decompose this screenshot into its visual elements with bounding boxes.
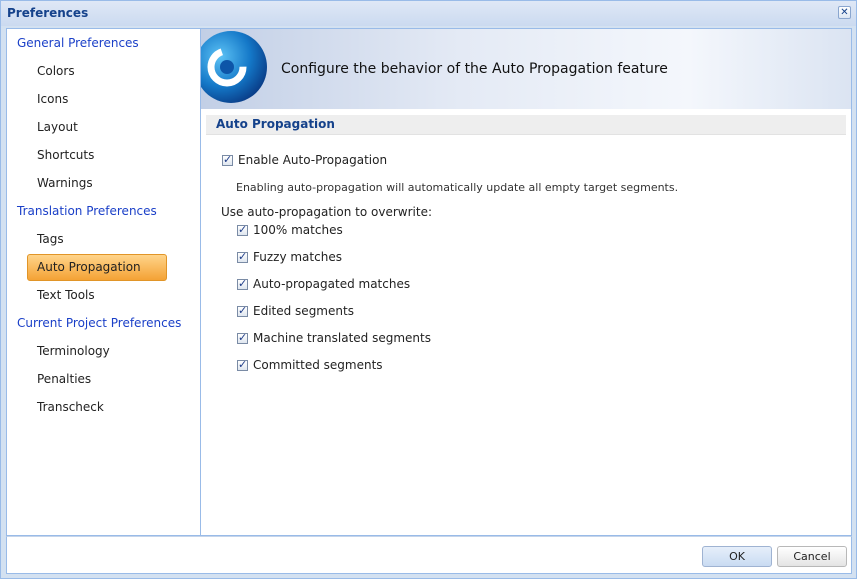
enable-auto-propagation-label: Enable Auto-Propagation — [238, 153, 388, 167]
sidebar-item-shortcuts[interactable]: Shortcuts — [37, 148, 94, 162]
option-edited-segments-checkbox[interactable] — [237, 304, 248, 317]
option-machine-translated-checkbox[interactable] — [237, 331, 248, 344]
sidebar-item-auto-propagation[interactable]: Auto Propagation — [37, 260, 141, 274]
banner-text: Configure the behavior of the Auto Propa… — [281, 61, 668, 77]
preferences-sidebar: General Preferences Colors Icons Layout … — [6, 28, 200, 536]
dialog-footer: OK Cancel — [6, 536, 852, 574]
sidebar-item-penalties[interactable]: Penalties — [37, 372, 91, 386]
preferences-content: Configure the behavior of the Auto Propa… — [200, 28, 852, 536]
ok-button[interactable]: OK — [702, 546, 772, 567]
preferences-window: Preferences ✕ General Preferences Colors… — [0, 0, 857, 579]
section-title: Auto Propagation — [216, 117, 335, 131]
window-title: Preferences — [7, 6, 89, 20]
auto-propagation-description: Enabling auto-propagation will automatic… — [236, 181, 679, 194]
option-auto-propagated-label: Auto-propagated matches — [253, 277, 411, 291]
sidebar-item-colors[interactable]: Colors — [37, 64, 75, 78]
section-header: Auto Propagation — [206, 115, 846, 135]
option-100-matches-label: 100% matches — [253, 223, 343, 237]
title-bar: Preferences ✕ — [1, 1, 856, 26]
option-auto-propagated-checkbox[interactable] — [237, 277, 248, 290]
sidebar-item-icons[interactable]: Icons — [37, 92, 68, 106]
sidebar-group-translation[interactable]: Translation Preferences — [17, 204, 157, 218]
sidebar-item-terminology[interactable]: Terminology — [37, 344, 110, 358]
enable-auto-propagation-checkbox[interactable] — [222, 153, 233, 166]
feature-banner: Configure the behavior of the Auto Propa… — [201, 29, 851, 109]
option-machine-translated-label: Machine translated segments — [253, 331, 431, 345]
app-logo-icon — [201, 31, 267, 103]
sidebar-group-general[interactable]: General Preferences — [17, 36, 139, 50]
option-committed-segments-label: Committed segments — [253, 358, 383, 372]
overwrite-label: Use auto-propagation to overwrite: — [221, 205, 432, 219]
option-fuzzy-matches-checkbox[interactable] — [237, 250, 248, 263]
sidebar-item-text-tools[interactable]: Text Tools — [37, 288, 95, 302]
option-100-matches-checkbox[interactable] — [237, 223, 248, 236]
sidebar-item-layout[interactable]: Layout — [37, 120, 78, 134]
option-edited-segments-label: Edited segments — [253, 304, 354, 318]
sidebar-item-transcheck[interactable]: Transcheck — [37, 400, 104, 414]
close-icon[interactable]: ✕ — [838, 6, 851, 19]
option-fuzzy-matches-label: Fuzzy matches — [253, 250, 342, 264]
sidebar-item-tags[interactable]: Tags — [37, 232, 64, 246]
cancel-button[interactable]: Cancel — [777, 546, 847, 567]
sidebar-item-warnings[interactable]: Warnings — [37, 176, 93, 190]
sidebar-group-current-project[interactable]: Current Project Preferences — [17, 316, 181, 330]
option-committed-segments-checkbox[interactable] — [237, 358, 248, 371]
